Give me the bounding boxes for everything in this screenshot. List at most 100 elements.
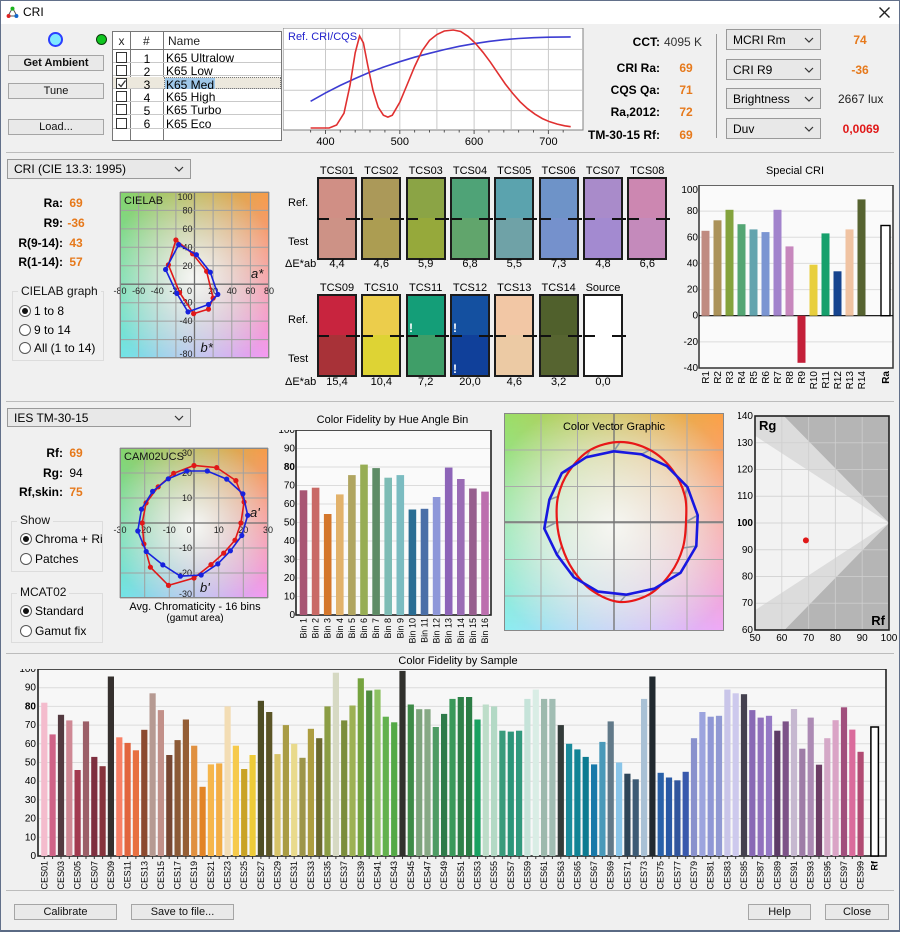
svg-text:-10: -10 bbox=[163, 525, 176, 535]
svg-text:Color Vector Graphic: Color Vector Graphic bbox=[563, 421, 666, 433]
svg-text:R10: R10 bbox=[809, 371, 820, 390]
svg-text:70: 70 bbox=[742, 598, 754, 609]
svg-text:CES59: CES59 bbox=[522, 861, 532, 890]
svg-text:CES83: CES83 bbox=[722, 861, 732, 890]
svg-text:Bin 11: Bin 11 bbox=[420, 618, 430, 643]
svg-text:Bin 9: Bin 9 bbox=[395, 618, 405, 639]
svg-text:10: 10 bbox=[214, 525, 224, 535]
svg-text:CES61: CES61 bbox=[539, 861, 549, 890]
svg-text:60: 60 bbox=[742, 625, 754, 636]
svg-text:Rf: Rf bbox=[870, 860, 880, 870]
svg-text:40: 40 bbox=[687, 258, 699, 269]
svg-text:CES73: CES73 bbox=[639, 861, 649, 890]
svg-text:Bin 5: Bin 5 bbox=[347, 618, 357, 639]
svg-text:Bin 10: Bin 10 bbox=[407, 618, 417, 644]
svg-text:CES89: CES89 bbox=[772, 861, 782, 890]
svg-text:CES45: CES45 bbox=[406, 861, 416, 890]
svg-text:CAM02UCS: CAM02UCS bbox=[124, 451, 184, 463]
svg-text:CES49: CES49 bbox=[439, 861, 449, 890]
svg-text:10: 10 bbox=[25, 832, 37, 843]
svg-text:b': b' bbox=[200, 580, 210, 595]
svg-text:0: 0 bbox=[30, 851, 36, 862]
svg-text:CES35: CES35 bbox=[323, 861, 333, 890]
svg-text:R8: R8 bbox=[785, 371, 796, 384]
svg-text:CES07: CES07 bbox=[89, 861, 99, 890]
svg-text:R1: R1 bbox=[701, 371, 712, 384]
svg-text:R3: R3 bbox=[725, 371, 736, 384]
svg-text:R4: R4 bbox=[737, 371, 748, 384]
svg-text:CES99: CES99 bbox=[856, 861, 866, 890]
svg-text:50: 50 bbox=[25, 758, 37, 769]
svg-text:CES93: CES93 bbox=[806, 861, 816, 890]
svg-text:CES37: CES37 bbox=[339, 861, 349, 890]
svg-text:CES29: CES29 bbox=[273, 861, 283, 890]
svg-text:CES91: CES91 bbox=[789, 861, 799, 890]
svg-text:90: 90 bbox=[742, 545, 754, 556]
svg-text:CIELAB: CIELAB bbox=[124, 195, 163, 207]
svg-text:CES47: CES47 bbox=[423, 861, 433, 890]
svg-text:CES19: CES19 bbox=[189, 861, 199, 890]
svg-text:80: 80 bbox=[25, 701, 37, 712]
svg-text:Bin 15: Bin 15 bbox=[468, 618, 478, 644]
svg-text:400: 400 bbox=[316, 136, 334, 148]
svg-text:70: 70 bbox=[284, 481, 296, 492]
svg-text:100: 100 bbox=[738, 518, 753, 529]
svg-text:a*: a* bbox=[251, 266, 264, 281]
svg-text:R11: R11 bbox=[821, 371, 832, 389]
svg-text:CES97: CES97 bbox=[839, 861, 849, 890]
svg-text:CES87: CES87 bbox=[756, 861, 766, 890]
svg-text:10: 10 bbox=[182, 493, 192, 503]
svg-text:Ra: Ra bbox=[881, 371, 892, 384]
svg-text:Rf: Rf bbox=[871, 613, 885, 628]
svg-text:0: 0 bbox=[692, 311, 698, 322]
svg-text:20: 20 bbox=[284, 573, 296, 584]
svg-text:0: 0 bbox=[187, 286, 192, 296]
svg-text:80: 80 bbox=[830, 633, 842, 644]
svg-text:CES33: CES33 bbox=[306, 861, 316, 890]
svg-text:R7: R7 bbox=[773, 371, 784, 384]
svg-text:CES53: CES53 bbox=[473, 861, 483, 890]
svg-text:Bin 14: Bin 14 bbox=[456, 618, 466, 644]
svg-text:90: 90 bbox=[284, 444, 296, 455]
svg-text:Bin 7: Bin 7 bbox=[371, 618, 381, 639]
svg-text:80: 80 bbox=[687, 206, 699, 217]
svg-text:CES01: CES01 bbox=[39, 861, 49, 890]
svg-text:CES75: CES75 bbox=[656, 861, 666, 890]
svg-text:-60: -60 bbox=[179, 335, 192, 345]
svg-text:CES11: CES11 bbox=[123, 861, 133, 889]
svg-text:CES63: CES63 bbox=[556, 861, 566, 890]
svg-text:60: 60 bbox=[25, 739, 37, 750]
svg-text:100: 100 bbox=[177, 192, 192, 202]
svg-text:CES39: CES39 bbox=[356, 861, 366, 890]
svg-text:-40: -40 bbox=[151, 286, 164, 296]
svg-text:CES57: CES57 bbox=[506, 861, 516, 890]
svg-text:Ref. CRI/CQS: Ref. CRI/CQS bbox=[288, 31, 357, 43]
svg-text:Bin 16: Bin 16 bbox=[480, 618, 490, 644]
svg-text:40: 40 bbox=[284, 536, 296, 547]
svg-text:CES77: CES77 bbox=[672, 861, 682, 890]
svg-text:Bin 12: Bin 12 bbox=[432, 618, 442, 644]
svg-text:CES21: CES21 bbox=[206, 861, 216, 890]
svg-text:500: 500 bbox=[391, 136, 409, 148]
svg-text:100: 100 bbox=[278, 430, 295, 436]
svg-text:80: 80 bbox=[742, 572, 754, 583]
svg-text:90: 90 bbox=[857, 633, 869, 644]
svg-text:R13: R13 bbox=[845, 371, 856, 390]
svg-text:a': a' bbox=[250, 505, 260, 520]
svg-text:CES31: CES31 bbox=[289, 861, 299, 890]
svg-text:CES27: CES27 bbox=[256, 861, 266, 890]
svg-text:-40: -40 bbox=[684, 363, 699, 374]
svg-text:70: 70 bbox=[803, 633, 815, 644]
svg-text:100: 100 bbox=[20, 669, 36, 675]
svg-text:CES09: CES09 bbox=[106, 861, 116, 890]
svg-text:R6: R6 bbox=[761, 371, 772, 384]
svg-text:CES13: CES13 bbox=[139, 861, 149, 890]
svg-text:600: 600 bbox=[465, 136, 483, 148]
svg-text:Bin 8: Bin 8 bbox=[383, 618, 393, 639]
svg-text:CES15: CES15 bbox=[156, 861, 166, 890]
svg-text:80: 80 bbox=[182, 205, 192, 215]
svg-text:CES69: CES69 bbox=[606, 861, 616, 890]
svg-text:40: 40 bbox=[227, 286, 237, 296]
svg-text:CES81: CES81 bbox=[706, 861, 716, 890]
svg-text:CES95: CES95 bbox=[822, 861, 832, 890]
